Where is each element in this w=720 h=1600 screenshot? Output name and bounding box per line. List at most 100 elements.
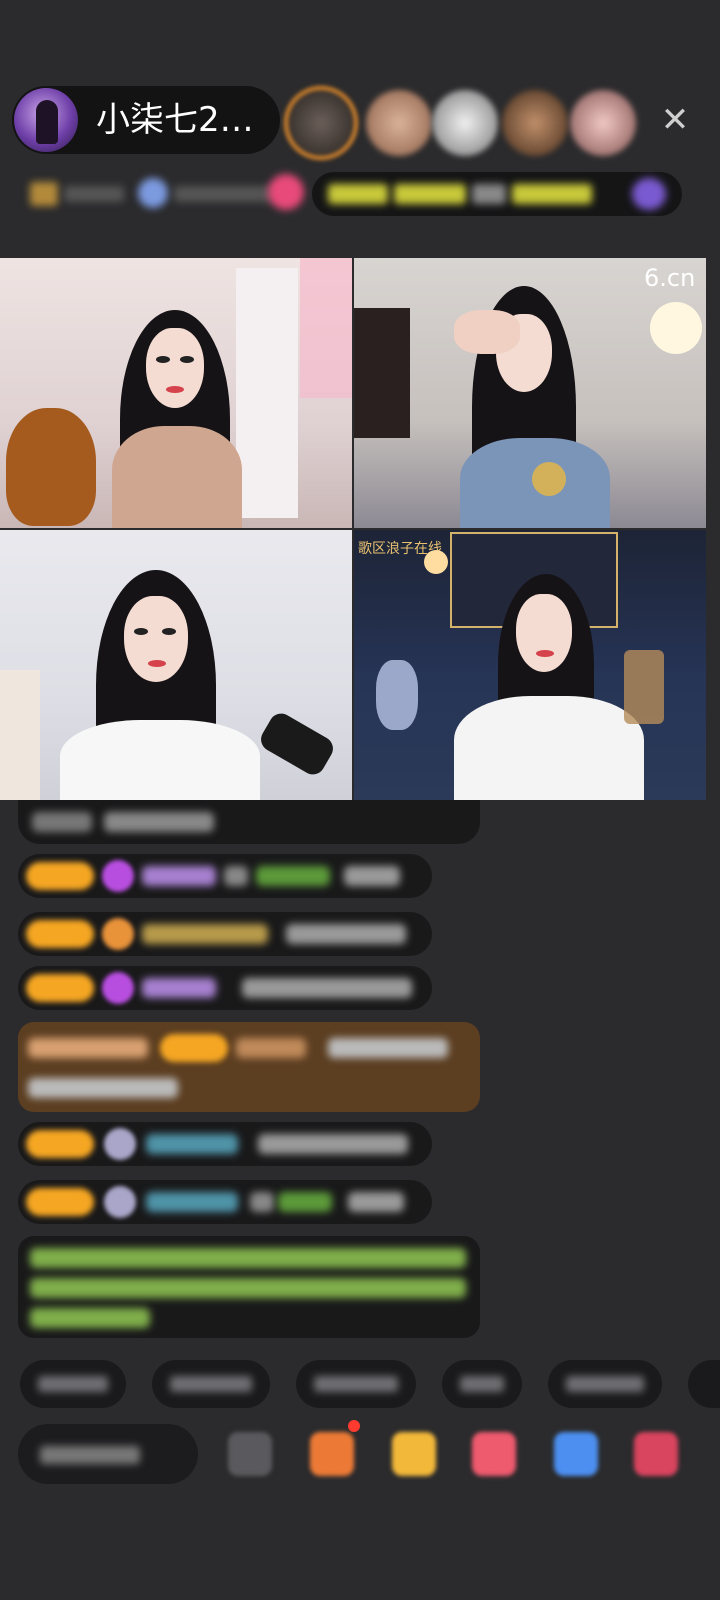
viewer-avatar[interactable] <box>570 90 636 156</box>
system-message[interactable] <box>18 1022 480 1112</box>
video-tile-3[interactable] <box>0 530 352 800</box>
task-icon[interactable] <box>310 1432 354 1476</box>
eye <box>134 628 148 635</box>
gift-icon[interactable] <box>634 1432 678 1476</box>
video-tile-4[interactable]: 歌区浪子在线 <box>354 530 706 800</box>
chat-text <box>250 1192 274 1212</box>
gift-box-icon[interactable] <box>392 1432 436 1476</box>
chat-username[interactable] <box>256 866 330 886</box>
video-tile-1[interactable] <box>0 258 352 528</box>
watermark: 6.cn <box>644 264 696 292</box>
microphone <box>532 462 566 496</box>
chat-message[interactable] <box>18 800 480 844</box>
person-body <box>60 720 260 800</box>
chat-text <box>104 812 214 832</box>
chat-message[interactable] <box>18 966 432 1010</box>
person-face <box>516 594 572 672</box>
vip-gem-icon <box>102 860 134 892</box>
chat-username[interactable] <box>236 1038 306 1058</box>
user-level-badge <box>26 862 94 890</box>
vip-gem-icon <box>102 972 134 1004</box>
chat-message[interactable] <box>18 912 432 956</box>
user-level-badge <box>160 1034 228 1062</box>
chat-text <box>242 978 412 998</box>
host-avatar[interactable] <box>14 88 78 152</box>
chat-username[interactable] <box>142 866 216 886</box>
room-stat <box>174 186 274 202</box>
teddy-bear <box>6 408 96 526</box>
emoji-icon[interactable] <box>228 1432 272 1476</box>
viewer-avatar[interactable] <box>366 90 432 156</box>
quick-reply-chip[interactable] <box>442 1360 522 1408</box>
heart-icon[interactable] <box>472 1432 516 1476</box>
room-stat <box>64 186 124 202</box>
person-body <box>454 696 644 800</box>
chat-message[interactable] <box>18 1180 432 1224</box>
quick-reply-chip[interactable] <box>152 1360 270 1408</box>
chat-message[interactable] <box>18 854 432 898</box>
host-info-pill[interactable]: 小柒七2… <box>12 86 280 154</box>
chat-message[interactable] <box>18 1122 432 1166</box>
announcement-text <box>30 1278 466 1298</box>
viewer-avatar[interactable] <box>502 90 568 156</box>
chat-username[interactable] <box>146 1134 238 1154</box>
system-tag <box>28 1038 148 1058</box>
quick-reply-chip[interactable] <box>296 1360 416 1408</box>
user-level-badge <box>26 920 94 948</box>
eye <box>180 356 194 363</box>
quick-reply-chip[interactable] <box>548 1360 662 1408</box>
video-tile-2[interactable]: 6.cn <box>354 258 706 528</box>
flower-vase <box>624 650 664 724</box>
lip <box>536 650 554 657</box>
chat-text <box>224 866 248 886</box>
chat-username[interactable] <box>146 1192 238 1212</box>
chat-username[interactable] <box>142 978 216 998</box>
white-flower-decoration <box>376 660 418 730</box>
lip <box>166 386 184 393</box>
user-avatar <box>104 1128 136 1160</box>
chat-text <box>258 1134 408 1154</box>
shelf <box>236 268 298 518</box>
user-level-badge <box>26 1188 94 1216</box>
game-icon[interactable] <box>554 1432 598 1476</box>
user-avatar <box>104 1186 136 1218</box>
chat-username[interactable] <box>142 924 268 944</box>
host-name[interactable]: 小柒七2… <box>96 100 254 140</box>
chat-text <box>328 1038 448 1058</box>
gift-icon[interactable] <box>268 174 304 210</box>
viewer-avatar[interactable] <box>288 90 354 156</box>
room-tag-avatar <box>632 178 666 210</box>
chat-text <box>286 924 406 944</box>
person-face <box>146 328 204 408</box>
quick-reply-chip[interactable] <box>688 1360 720 1408</box>
announcement-message <box>18 1236 480 1338</box>
chat-username[interactable] <box>278 1192 332 1212</box>
chat-input[interactable] <box>18 1424 198 1484</box>
lamp <box>650 302 702 354</box>
microphone <box>256 709 338 779</box>
eye <box>162 628 176 635</box>
room-tag <box>472 184 506 204</box>
close-icon[interactable]: ✕ <box>655 98 695 142</box>
pink-decoration <box>300 258 352 398</box>
room-info-row <box>20 172 688 216</box>
quick-reply-chip[interactable] <box>20 1360 126 1408</box>
pendant-lamp <box>424 550 448 574</box>
video-grid: 6.cn 歌区浪子在线 <box>0 258 706 800</box>
fan-badge-icon <box>102 918 134 950</box>
chat-text <box>28 1078 178 1098</box>
chat-input-placeholder <box>40 1446 140 1464</box>
chat-text <box>344 866 400 886</box>
user-level-badge <box>26 1130 94 1158</box>
chat-text <box>348 1192 404 1212</box>
announcement-text <box>30 1248 466 1268</box>
user-level-badge <box>26 974 94 1002</box>
room-tag <box>328 184 388 204</box>
poster <box>354 308 410 438</box>
fan-icon <box>138 178 168 208</box>
room-tag <box>394 184 466 204</box>
room-tag <box>512 184 592 204</box>
announcement-text <box>30 1308 150 1328</box>
viewer-avatar[interactable] <box>432 90 498 156</box>
eye <box>156 356 170 363</box>
